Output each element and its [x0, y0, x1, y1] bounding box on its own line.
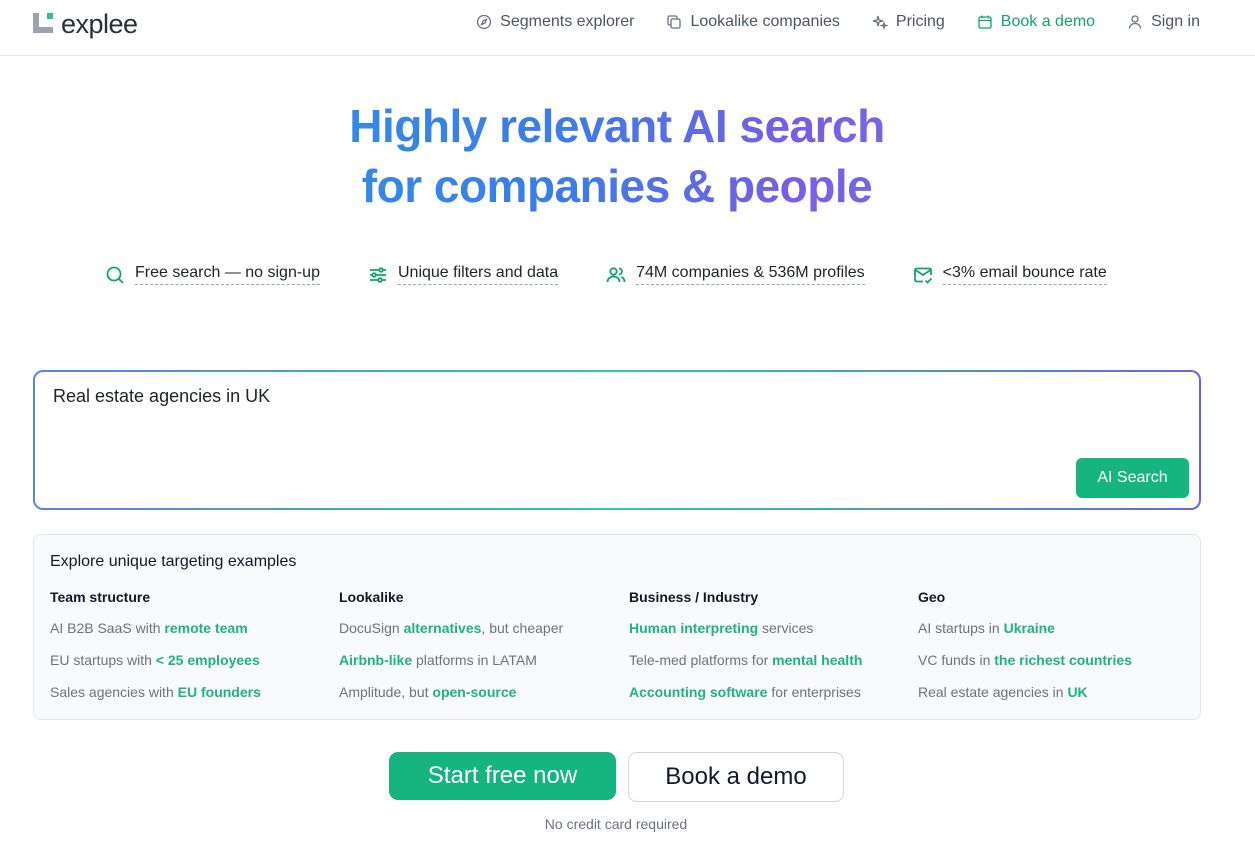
feature-list: Free search — no sign-up Unique filters … — [105, 264, 1107, 285]
nav-book-demo-label: Book a demo — [1000, 13, 1096, 30]
nav-segments-explorer[interactable]: Segments explorer — [476, 13, 634, 31]
sliders-icon — [369, 266, 386, 283]
hero-heading: Highly relevant AI search for companies … — [0, 96, 1234, 216]
example-item[interactable]: AI B2B SaaS with remote team — [50, 619, 330, 651]
hero-line-2: for companies & people — [0, 156, 1234, 216]
search-input-value: Real estate agencies in UK — [53, 386, 271, 406]
main-nav: Segments explorer Lookalike companies Pr… — [476, 0, 1200, 44]
examples-column-team-structure: Team structure AI B2B SaaS with remote t… — [50, 589, 330, 715]
nav-sign-in[interactable]: Sign in — [1127, 13, 1200, 31]
feature-label: Unique filters and data — [397, 264, 559, 285]
nav-lookalike-companies[interactable]: Lookalike companies — [666, 13, 840, 31]
feature-label: 74M companies & 536M profiles — [636, 264, 865, 285]
example-item[interactable]: Real estate agencies in UK — [918, 683, 1198, 715]
nav-lookalike-label: Lookalike companies — [690, 13, 840, 30]
column-heading: Lookalike — [339, 589, 404, 605]
brand-logo[interactable]: explee — [33, 10, 138, 38]
examples-title: Explore unique targeting examples — [50, 553, 297, 570]
example-item[interactable]: Tele-med platforms for mental health — [629, 651, 909, 683]
example-item[interactable]: Accounting software for enterprises — [629, 683, 909, 715]
feature-companies-profiles[interactable]: 74M companies & 536M profiles — [606, 264, 865, 285]
search-box: Real estate agencies in UK AI Search — [33, 370, 1201, 510]
column-heading: Geo — [918, 589, 946, 605]
nav-pricing-label: Pricing — [895, 13, 945, 30]
examples-column-lookalike: Lookalike DocuSign alternatives, but che… — [339, 589, 619, 715]
feature-label: <3% email bounce rate — [942, 264, 1107, 285]
copy-icon — [667, 15, 682, 29]
nav-pricing[interactable]: Pricing — [872, 13, 945, 31]
feature-label: Free search — no sign-up — [135, 264, 320, 285]
top-nav-bar: explee Segments explorer Lookalike compa… — [0, 0, 1255, 56]
example-item[interactable]: Sales agencies with EU founders — [50, 683, 330, 715]
column-heading: Business / Industry — [629, 589, 759, 605]
start-free-button[interactable]: Start free now — [389, 752, 616, 800]
feature-free-search[interactable]: Free search — no sign-up — [105, 264, 320, 285]
search-icon — [106, 266, 124, 284]
feature-unique-filters[interactable]: Unique filters and data — [368, 264, 559, 285]
column-heading: Team structure — [50, 589, 151, 605]
feature-bounce-rate[interactable]: <3% email bounce rate — [913, 264, 1107, 285]
brand-name: explee — [61, 9, 138, 39]
users-icon — [606, 266, 626, 282]
nav-sign-in-label: Sign in — [1151, 13, 1200, 30]
example-item[interactable]: VC funds in the richest countries — [918, 651, 1198, 683]
hero-line-1: Highly relevant AI search — [0, 96, 1234, 156]
example-item[interactable]: DocuSign alternatives, but cheaper — [339, 619, 619, 651]
user-icon — [1128, 15, 1142, 29]
search-input[interactable]: Real estate agencies in UK AI Search — [35, 372, 1199, 508]
nav-segments-label: Segments explorer — [500, 13, 635, 30]
mail-check-icon — [913, 267, 932, 284]
compass-icon — [477, 14, 492, 30]
nav-book-demo[interactable]: Book a demo — [977, 13, 1095, 31]
example-item[interactable]: EU startups with < 25 employees — [50, 651, 330, 683]
book-demo-button[interactable]: Book a demo — [628, 752, 844, 802]
no-credit-card-note: No credit card required — [544, 816, 688, 832]
example-item[interactable]: AI startups in Ukraine — [918, 619, 1198, 651]
example-item[interactable]: Human interpreting services — [629, 619, 909, 651]
logo-icon — [33, 13, 55, 35]
examples-column-geo: Geo AI startups in Ukraine VC funds in t… — [918, 589, 1198, 715]
calendar-icon — [978, 15, 992, 29]
targeting-examples-panel: Explore unique targeting examples Team s… — [33, 534, 1201, 720]
examples-column-business-industry: Business / Industry Human interpreting s… — [629, 589, 909, 715]
sparkles-icon — [872, 15, 888, 30]
example-item[interactable]: Amplitude, but open-source — [339, 683, 619, 715]
ai-search-button[interactable]: AI Search — [1076, 458, 1189, 498]
example-item[interactable]: Airbnb-like platforms in LATAM — [339, 651, 619, 683]
